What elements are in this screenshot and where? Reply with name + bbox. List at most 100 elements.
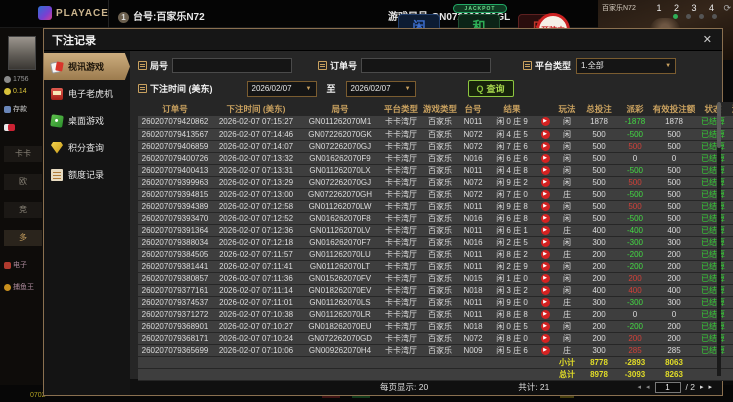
table-row[interactable]: 260207079413567 2026-02-07 07:14:46 GN0722… [138, 128, 733, 141]
search-icon: Q [476, 83, 484, 94]
replay-icon[interactable]: ▶ [540, 297, 550, 307]
replay-icon[interactable]: ▶ [540, 141, 550, 151]
betting-records-modal: 下注记录 ✕ 视讯游戏 电子老虎机 桌面游戏 积分查询 额度记录 局号 订单号 [43, 28, 733, 396]
menu-item-slots[interactable]: 电子老虎机 [44, 80, 130, 107]
table-row[interactable]: 260207079394815 2026-02-07 07:13:00 GN0722… [138, 188, 733, 201]
col-result: 结果 [488, 102, 536, 116]
col-replay [536, 102, 554, 116]
next-page-icon[interactable]: ▸ [700, 383, 704, 391]
replay-icon[interactable]: ▶ [540, 345, 550, 355]
replay-icon[interactable]: ▶ [540, 285, 550, 295]
date-from-picker[interactable]: 2026/02/07 ▼ [246, 80, 317, 97]
table-row[interactable]: 260207079391364 2026-02-07 07:12:36 GN0112… [138, 224, 733, 237]
date-to-picker[interactable]: 2026/02/07 ▼ [345, 80, 416, 97]
replay-icon[interactable]: ▶ [540, 189, 550, 199]
brand-name: PLAYACE [56, 7, 109, 19]
seat-dot-1 [673, 14, 678, 19]
subtotal-valid: 8063 [652, 356, 696, 369]
replay-icon[interactable]: ▶ [540, 129, 550, 139]
table-row[interactable]: 260207079368171 2026-02-07 07:10:24 GN0722… [138, 332, 733, 345]
chevron-down-icon: ▼ [305, 85, 312, 92]
video-game-icon-row[interactable] [4, 124, 15, 131]
table-row[interactable]: 260207079400413 2026-02-07 07:13:31 GN0112… [138, 164, 733, 177]
platform-filter-label: 平台类型 [523, 59, 571, 72]
menu-item-points-query[interactable]: 积分查询 [44, 134, 130, 161]
table-row[interactable]: 260207079381441 2026-02-07 07:11:41 GN0112… [138, 260, 733, 273]
table-row[interactable]: 260207079368901 2026-02-07 07:10:27 GN0182… [138, 320, 733, 333]
col-status: 状态 [696, 102, 730, 116]
replay-icon[interactable]: ▶ [540, 309, 550, 319]
table-row[interactable]: 260207079377161 2026-02-07 07:11:14 GN0182… [138, 284, 733, 297]
page-number-input[interactable] [654, 381, 681, 393]
table-row[interactable]: 260207079400726 2026-02-07 07:13:32 GN0162… [138, 152, 733, 165]
replay-icon[interactable]: ▶ [540, 249, 550, 259]
records-table-wrap: 订单号 下注时间 (美东) 局号 平台类型 游戏类型 台号 结果 玩法 总投注 [138, 102, 733, 381]
scrollbar-thumb[interactable] [717, 102, 721, 148]
left-rail: 1756 0.14 存款 卡卡 欧 竞 多 电子 捕鱼王 [0, 28, 43, 385]
per-page-label: 每页显示: 20 [380, 382, 429, 392]
table-row[interactable]: 260207079399963 2026-02-07 07:13:29 GN0722… [138, 176, 733, 189]
replay-icon[interactable]: ▶ [540, 201, 550, 211]
deposit-button[interactable]: 存款 [4, 104, 27, 114]
query-button[interactable]: Q 查询 [467, 80, 514, 97]
table-badge: 1 [118, 12, 129, 23]
replay-icon[interactable]: ▶ [540, 225, 550, 235]
user-icon [4, 76, 11, 83]
table-row[interactable]: 260207079388034 2026-02-07 07:12:18 GN0162… [138, 236, 733, 249]
sidebar-item-dianzi[interactable]: 电子 [4, 260, 27, 270]
first-page-icon[interactable]: ◂ [637, 383, 641, 391]
grand-total-row: 总计 8978 -3093 8263 [138, 368, 733, 381]
platform-select[interactable]: 1.全部 ▼ [576, 57, 677, 74]
replay-icon[interactable]: ▶ [540, 237, 550, 247]
replay-icon[interactable]: ▶ [540, 321, 550, 331]
replay-icon[interactable]: ▶ [540, 273, 550, 283]
total-count-label: 共计: 21 [518, 382, 550, 392]
table-row[interactable]: 260207079394389 2026-02-07 07:12:58 GN0112… [138, 200, 733, 213]
table-row[interactable]: 260207079384505 2026-02-07 07:11:57 GN0112… [138, 248, 733, 261]
menu-label: 额度记录 [68, 170, 105, 180]
replay-icon[interactable]: ▶ [540, 117, 550, 127]
table-row[interactable]: 260207079406859 2026-02-07 07:14:07 GN0722… [138, 140, 733, 153]
seat-dot-3 [699, 14, 704, 19]
col-valid: 有效投注额 [652, 102, 696, 116]
sidebar-item-buyuwang[interactable]: 捕鱼王 [4, 282, 34, 292]
replay-icon[interactable]: ▶ [540, 153, 550, 163]
order-filter-input[interactable] [361, 58, 492, 73]
menu-label: 桌面游戏 [68, 116, 105, 126]
date-from-value: 2026/02/07 [251, 84, 292, 93]
prev-page-icon[interactable]: ◂ [646, 383, 650, 391]
table-row[interactable]: 260207079420862 2026-02-07 07:15:27 GN0112… [138, 116, 733, 129]
video-table-title: 百家乐N72 [602, 5, 636, 12]
document-icon [51, 168, 63, 181]
replay-icon[interactable]: ▶ [540, 261, 550, 271]
replay-icon[interactable]: ▶ [540, 213, 550, 223]
menu-item-table-games[interactable]: 桌面游戏 [44, 107, 130, 134]
col-bet: 总投注 [580, 102, 618, 116]
sidebar-item-kaka[interactable]: 卡卡 [4, 146, 42, 162]
table-row[interactable]: 260207079365699 2026-02-07 07:10:06 GN0092… [138, 344, 733, 357]
replay-icon[interactable]: ▶ [540, 333, 550, 343]
brand-logo: PLAYACE [38, 6, 109, 20]
coin-icon [4, 88, 11, 95]
page-count-label: / 2 [685, 382, 695, 392]
table-row[interactable]: 260207079380857 2026-02-07 07:11:36 GN0152… [138, 272, 733, 285]
sidebar-item-duo[interactable]: 多 [4, 230, 42, 246]
table-row[interactable]: 260207079374537 2026-02-07 07:11:01 GN0112… [138, 296, 733, 309]
menu-item-credit-records[interactable]: 额度记录 [44, 161, 130, 188]
table-row[interactable]: 260207079371272 2026-02-07 07:10:38 GN0112… [138, 308, 733, 321]
last-page-icon[interactable]: ▸ [708, 383, 712, 391]
close-icon[interactable]: ✕ [701, 33, 714, 46]
replay-icon[interactable]: ▶ [540, 177, 550, 187]
table-row[interactable]: 260207079393470 2026-02-07 07:12:52 GN0162… [138, 212, 733, 225]
grand-total-bet: 8978 [580, 368, 618, 381]
refresh-icon[interactable]: ⟳ [723, 3, 731, 14]
replay-icon[interactable]: ▶ [540, 165, 550, 175]
modal-title-bar: 下注记录 ✕ [44, 29, 722, 51]
sidebar-item-jing[interactable]: 竞 [4, 202, 42, 218]
chevron-down-icon: ▼ [404, 85, 411, 92]
menu-item-video-games[interactable]: 视讯游戏 [44, 53, 130, 80]
slot-machine-icon [51, 87, 63, 100]
round-filter-input[interactable] [172, 58, 293, 73]
sidebar-item-ou[interactable]: 欧 [4, 174, 42, 190]
table-scrollbar[interactable] [717, 102, 721, 376]
